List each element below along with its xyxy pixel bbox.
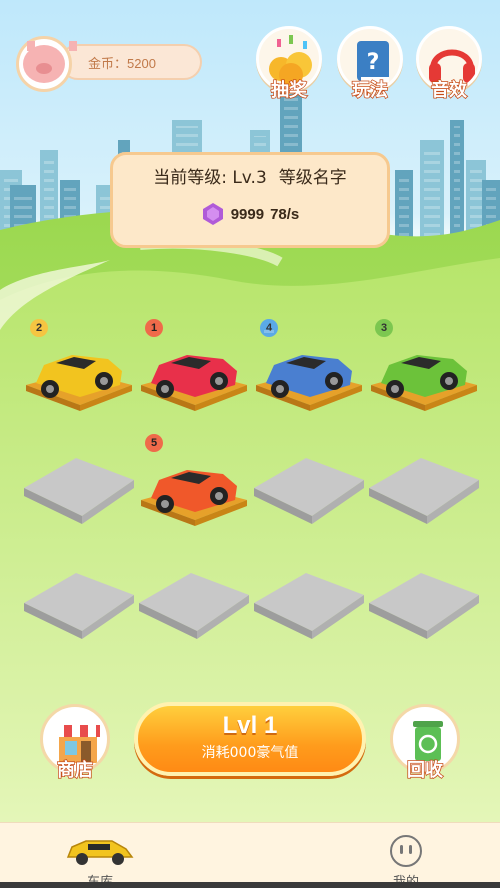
- level-name-text: 等级名字: [278, 168, 347, 188]
- car-slot[interactable]: 3: [365, 319, 483, 415]
- car-level-badge: 2: [30, 319, 48, 337]
- shop-label: 商店: [56, 759, 94, 782]
- coin-balance-label: 金币：5200: [88, 55, 156, 71]
- how-to-play-button[interactable]: ? 玩法: [337, 26, 403, 106]
- recycle-button[interactable]: 回收: [390, 704, 460, 784]
- empty-slot[interactable]: [365, 450, 483, 530]
- empty-pad: [139, 573, 249, 639]
- purple-gem-icon: [202, 203, 223, 225]
- profile-face-icon: [390, 835, 422, 867]
- car-slot[interactable]: 2: [20, 319, 138, 415]
- empty-slot[interactable]: [250, 565, 368, 645]
- gem-rate: 78/s: [270, 205, 300, 223]
- sound-label: 音效: [430, 79, 468, 102]
- car-slot[interactable]: 5: [135, 434, 253, 530]
- car-pad: [141, 470, 247, 526]
- car-level-badge: 1: [145, 319, 163, 337]
- how-to-play-label: 玩法: [351, 79, 389, 102]
- car-pad: [371, 355, 477, 411]
- level-panel: 当前等级: Lv.3 等级名字 9999 78/s: [110, 152, 390, 248]
- svg-text:?: ?: [367, 50, 380, 75]
- lottery-button[interactable]: 抽奖: [256, 26, 322, 106]
- empty-slot[interactable]: [20, 450, 138, 530]
- empty-slot[interactable]: [20, 565, 138, 645]
- coin-balance-pill: 金币：5200: [60, 44, 202, 80]
- tab-profile[interactable]: 我的: [346, 823, 466, 888]
- gem-count: 9999: [230, 205, 265, 223]
- upgrade-button[interactable]: Lvl 1 消耗000豪气值: [134, 702, 366, 776]
- lottery-label: 抽奖: [270, 79, 308, 102]
- empty-pad: [24, 458, 134, 524]
- car-level-badge: 3: [375, 319, 393, 337]
- upgrade-cost: 消耗000豪气值: [201, 745, 299, 761]
- empty-slot[interactable]: [135, 565, 253, 645]
- empty-pad: [254, 573, 364, 639]
- empty-slot[interactable]: [365, 565, 483, 645]
- empty-pad: [254, 458, 364, 524]
- sound-button[interactable]: 音效: [416, 26, 482, 106]
- bottom-tab-bar: 车库 我的: [0, 822, 500, 888]
- pig-avatar-icon: [23, 41, 77, 83]
- upgrade-title: Lvl 1: [222, 712, 278, 739]
- car-slot[interactable]: 1: [135, 319, 253, 415]
- car-level-badge: 4: [260, 319, 278, 337]
- car-icon: [66, 840, 134, 865]
- empty-pad: [24, 573, 134, 639]
- recycle-label: 回收: [406, 759, 444, 782]
- player-avatar[interactable]: [16, 36, 77, 92]
- empty-pad: [369, 458, 479, 524]
- car-level-badge: 5: [145, 434, 163, 452]
- car-pad: [256, 355, 362, 411]
- car-pad: [141, 355, 247, 411]
- system-taskbar: [0, 882, 500, 888]
- empty-pad: [369, 573, 479, 639]
- shop-button[interactable]: 商店: [40, 704, 110, 784]
- car-pad: [26, 355, 132, 411]
- empty-slot[interactable]: [250, 450, 368, 530]
- tab-garage[interactable]: 车库: [40, 823, 160, 888]
- current-level-text: 当前等级: Lv.3: [153, 168, 267, 188]
- car-slot[interactable]: 4: [250, 319, 368, 415]
